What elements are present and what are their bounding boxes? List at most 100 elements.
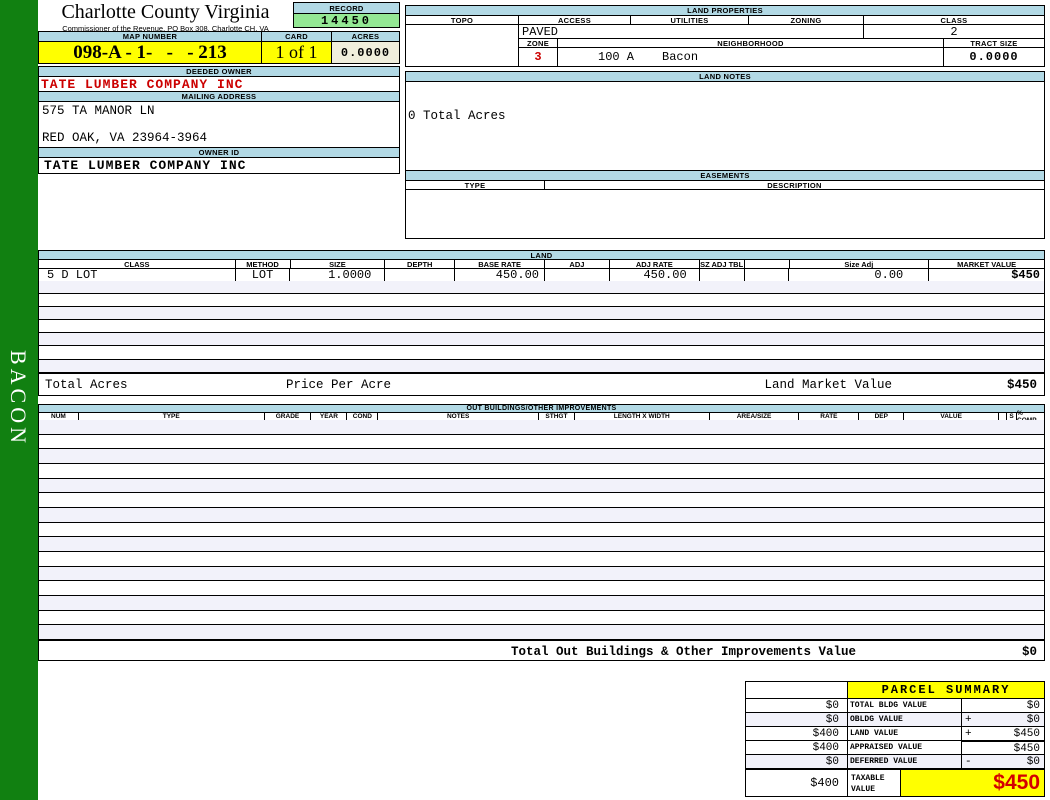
empty-row (39, 551, 1044, 567)
parcel-row-label: DEFERRED VALUE (847, 754, 962, 769)
land-cell-sz-adj-tbl (700, 269, 745, 281)
land-col-size: SIZE (291, 260, 386, 269)
parcel-row-label: APPRAISED VALUE (847, 740, 962, 755)
land-col-sz-adj-tbl: SZ ADJ TBL (700, 259, 745, 269)
land-totals-row: Total Acres Price Per Acre Land Market V… (38, 373, 1045, 396)
empty-row (39, 522, 1044, 538)
parcel-row-value: + $450 (961, 726, 1045, 741)
out-buildings-total-value: $0 (1021, 645, 1037, 659)
parcel-row-value: + $0 (961, 712, 1045, 727)
empty-row (39, 346, 1044, 360)
empty-row (39, 463, 1044, 479)
deeded-owner-value: TATE LUMBER COMPANY INC (38, 76, 400, 92)
parcel-row-label: OBLDG VALUE (847, 712, 962, 727)
out-buildings-total-label: Total Out Buildings & Other Improvements… (511, 645, 857, 659)
ob-col-grade: GRADE (265, 413, 312, 420)
ob-col-value: VALUE (904, 413, 1000, 420)
parcel-row-value: $0 (961, 698, 1045, 713)
mailing-address-box: 575 TA MANOR LN RED OAK, VA 23964-3964 (38, 101, 400, 148)
empty-row (39, 294, 1044, 308)
empty-row (39, 281, 1044, 295)
land-cell-adj-rate: 450.00 (610, 268, 700, 282)
parcel-row-label: LAND VALUE (847, 726, 962, 741)
empty-row (39, 307, 1044, 321)
parcel-amount: $450 (1013, 728, 1040, 740)
ob-col-s: S (1007, 413, 1018, 420)
parcel-prev-value: $0 (745, 754, 848, 769)
owner-id-value: TATE LUMBER COMPANY INC (38, 157, 400, 174)
record-value: 14450 (293, 13, 400, 28)
parcel-row-label: TOTAL BLDG VALUE (847, 698, 962, 713)
topo-value (405, 24, 519, 67)
land-cell-market-value: $450 (1011, 268, 1040, 282)
land-col-adj: ADJ (545, 260, 610, 269)
land-cell-size: 1.0000 (290, 268, 386, 282)
land-data-row: 5 D LOT LOT 1.0000 450.00 450.00 0.00 $4… (38, 268, 1045, 282)
parcel-summary-title: PARCEL SUMMARY (847, 681, 1045, 699)
parcel-row-value: $450 (961, 740, 1045, 755)
parcel-amount: $0 (1026, 700, 1040, 712)
empty-row (39, 478, 1044, 494)
neighborhood-name: Bacon (662, 50, 699, 64)
land-col-adj-rate: ADJ RATE (610, 260, 700, 269)
price-per-acre-label: Price Per Acre (286, 378, 392, 392)
ob-col-rate: RATE (799, 413, 860, 420)
land-market-value: $450 (1006, 378, 1037, 392)
easements-box (405, 189, 1045, 239)
ob-col-blank (999, 413, 1008, 420)
neighborhood-code: 100 A (598, 50, 635, 64)
ob-col-sthgt: STHGT (539, 413, 575, 420)
empty-row (39, 434, 1044, 450)
ob-col-length-width: LENGTH X WIDTH (575, 413, 710, 420)
taxable-prev-value: $400 (745, 768, 848, 797)
empty-row (39, 333, 1044, 347)
address-line-1: 575 TA MANOR LN (42, 104, 155, 118)
ob-col-pct-comp: % COMP (1017, 409, 1037, 424)
neighborhood-value: 100 A Bacon (557, 47, 944, 67)
total-acres-label: Total Acres (45, 378, 128, 392)
empty-row (39, 320, 1044, 334)
land-cell-base-rate: 450.00 (455, 268, 545, 282)
land-empty-rows (38, 281, 1045, 373)
land-cell-depth (385, 269, 456, 281)
parcel-amount: $0 (1026, 756, 1040, 768)
land-cell-size-adj: 0.00 (789, 268, 930, 282)
card-value: 1 of 1 (261, 41, 332, 64)
empty-row (39, 566, 1044, 582)
land-cell-class: 5 D LOT (39, 268, 236, 282)
empty-row (39, 625, 1044, 640)
map-number-value: 098-A - 1- - - 213 (38, 41, 262, 64)
taxable-value: $450 (900, 768, 1045, 797)
address-line-2: RED OAK, VA 23964-3964 (42, 131, 208, 145)
acres-value: 0.0000 (331, 41, 400, 64)
zone-value: 3 (518, 47, 558, 67)
parcel-prev-value: $0 (745, 698, 848, 713)
land-notes-box: 0 Total Acres (405, 81, 1045, 171)
parcel-prev-value: $400 (745, 740, 848, 755)
empty-row (39, 595, 1044, 611)
land-col-base-rate: BASE RATE (455, 260, 545, 269)
land-col-size-adj: Size Adj (790, 260, 930, 269)
district-name-vertical: BACON (6, 350, 31, 448)
parcel-sign: - (965, 756, 972, 768)
parcel-sign: + (965, 728, 972, 740)
class-value: 2 (863, 24, 1045, 39)
out-buildings-empty-rows (38, 420, 1045, 640)
empty-row (39, 537, 1044, 552)
land-col-class: CLASS (39, 260, 236, 269)
parcel-prev-value: $400 (745, 726, 848, 741)
parcel-summary-corner-cell (745, 681, 848, 699)
ob-col-cond: COND (347, 413, 379, 420)
parcel-amount: $0 (1026, 714, 1040, 726)
land-col-blank (745, 260, 790, 268)
ob-col-year: YEAR (311, 413, 348, 420)
empty-row (39, 420, 1044, 435)
empty-row (39, 493, 1044, 508)
land-col-market-value: MARKET VALUE (957, 259, 1017, 269)
page-title: Charlotte County Virginia (61, 1, 270, 23)
access-value: PAVED (518, 24, 864, 39)
taxable-label: TAXABLE VALUE (847, 768, 901, 797)
land-market-value-label: Land Market Value (764, 378, 892, 392)
ob-col-type: TYPE (79, 413, 265, 420)
parcel-row-value: - $0 (961, 754, 1045, 769)
